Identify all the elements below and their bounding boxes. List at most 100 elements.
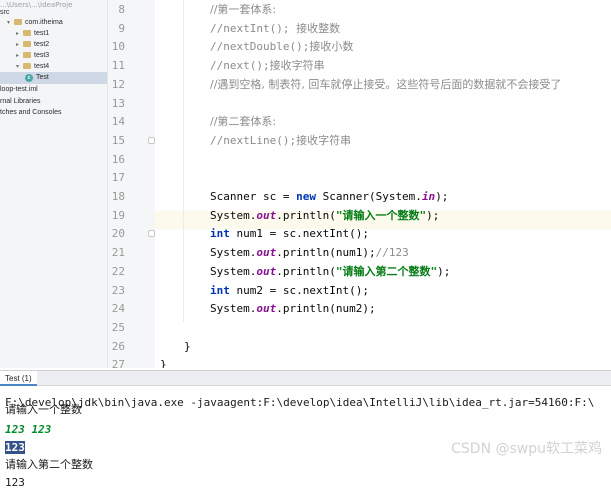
line-number: 8 (118, 3, 125, 16)
run-command-line: F:\develop\jdk\bin\java.exe -javaagent:F… (5, 396, 595, 409)
line-number: 18 (111, 190, 125, 203)
line-number: 15 (111, 133, 125, 147)
package-folder-icon (23, 52, 31, 58)
project-tree-panel: ...\Users\...\IdeaProje src ▾ com.itheima ▸… (0, 0, 108, 368)
console-line: 123 (5, 439, 25, 457)
line-number: 9 (118, 21, 125, 35)
code-token: } (160, 358, 167, 368)
fold-marker-15[interactable] (148, 136, 155, 144)
code-line[interactable]: //nextInt(); 接收整数 (210, 20, 340, 38)
tree-item-label: Test (36, 74, 49, 81)
editor-gutter: 8910111213141516171819202122232425262728 (108, 0, 155, 390)
watermark: CSDN @swpu软工菜鸡 (451, 441, 602, 457)
line-number: 17 (111, 171, 125, 185)
code-token: System. (210, 246, 257, 260)
fold-marker-20[interactable] (148, 230, 155, 238)
tree-item-label: test3 (34, 52, 50, 59)
code-line[interactable]: Scanner sc = new Scanner(System.in); (210, 188, 448, 206)
code-token: //遇到空格, 制表符, 回车就停止接受。这些符号后面的数据就不会接受了 (210, 77, 562, 91)
package-folder-icon (23, 30, 31, 36)
code-editor[interactable]: //第一套体系://nextInt(); 接收整数//nextDouble();… (155, 0, 611, 368)
code-line[interactable]: //nextDouble();接收小数 (210, 38, 353, 56)
tree-item-label: rnal Libraries (0, 98, 41, 105)
line-number: 16 (111, 152, 125, 166)
package-folder-icon (23, 63, 31, 69)
code-token: 接收整数 (296, 21, 341, 35)
code-token: num2 = sc.nextInt(); (229, 283, 369, 297)
tree-item-tches-and-consoles[interactable]: tches and Consoles (0, 107, 107, 119)
code-line[interactable]: int num1 = sc.nextInt(); (210, 225, 369, 243)
code-token: //第一套体系: (210, 3, 277, 16)
console-line: 123 123 (5, 421, 51, 439)
console-text: 请输入一个整数 (5, 403, 82, 416)
code-line[interactable]: //第二套体系: (210, 113, 276, 131)
run-tab-bar: Test (1) (0, 371, 611, 386)
code-line[interactable]: System.out.println("请输入一个整数"); (210, 207, 439, 225)
tree-item-label: src (0, 9, 10, 16)
code-line[interactable]: } (184, 338, 191, 356)
line-number: 25 (111, 320, 125, 334)
code-line[interactable]: //nextLine();接收字符串 (210, 132, 351, 150)
console-text: 请输入第二个整数 (5, 458, 93, 471)
code-line[interactable]: System.out.println(num2); (210, 300, 376, 318)
line-number: 12 (111, 77, 125, 91)
code-token: "请输入一个整数" (335, 208, 427, 222)
code-token: //nextDouble(); (210, 40, 310, 54)
code-line[interactable]: //next();接收字符串 (210, 57, 325, 75)
line-number: 13 (111, 96, 125, 110)
code-line[interactable]: System.out.println(num1);//123 (210, 244, 409, 262)
code-token: int (210, 283, 230, 297)
code-token: int (210, 227, 230, 241)
package-folder-icon (14, 19, 22, 25)
tree-item-loop-test-iml[interactable]: loop-test.iml (0, 84, 107, 96)
tree-item-label: test2 (34, 41, 50, 48)
code-token: ); (426, 208, 440, 222)
code-token: in (421, 190, 436, 203)
code-line[interactable]: //第一套体系: (210, 1, 276, 19)
line-number: 19 (111, 208, 125, 222)
code-token: 接收小数 (309, 40, 354, 54)
tree-item-test[interactable]: c Test (0, 72, 107, 84)
code-line[interactable]: System.out.println("请输入第二个整数"); (210, 263, 450, 281)
java-class-icon: c (25, 74, 33, 82)
code-token: .println( (276, 208, 336, 222)
line-number: 10 (111, 40, 125, 54)
code-token: out (256, 264, 277, 278)
code-token: 接收字符串 (296, 133, 352, 147)
line-number: 20 (111, 227, 125, 241)
tree-item-label: test1 (34, 30, 50, 37)
console-text: 123 (5, 476, 25, 489)
code-token: new (296, 190, 316, 203)
code-token: } (184, 339, 191, 353)
code-line[interactable]: } (160, 356, 167, 368)
tree-item-label: tches and Consoles (0, 109, 62, 116)
code-line[interactable]: //遇到空格, 制表符, 回车就停止接受。这些符号后面的数据就不会接受了 (210, 76, 561, 94)
code-token: .println( (276, 264, 336, 278)
code-token: Scanner(System. (315, 190, 422, 203)
code-token: ); (437, 264, 451, 278)
line-number: 23 (111, 283, 125, 297)
code-token: "请输入第二个整数" (335, 264, 438, 278)
tree-item-label: com.itheima (25, 19, 63, 26)
selected-console-text: 123 (5, 441, 25, 454)
code-line[interactable]: int num2 = sc.nextInt(); (210, 282, 369, 300)
run-tool-window: Test (1) F:\develop\jdk\bin\java.exe -ja… (0, 370, 611, 493)
line-number: 26 (111, 339, 125, 353)
code-token: System. (210, 208, 257, 222)
package-folder-icon (23, 41, 31, 47)
run-tab-test[interactable]: Test (1) (0, 371, 37, 386)
code-token: System. (210, 302, 257, 316)
line-number: 22 (111, 264, 125, 278)
code-token: .println(num2); (276, 302, 376, 316)
indent-guide (183, 0, 184, 322)
line-number: 14 (111, 115, 125, 129)
line-number: 11 (111, 59, 125, 73)
code-token: //第二套体系: (210, 115, 277, 129)
code-token: //123 (375, 246, 409, 260)
code-token: out (256, 208, 277, 222)
code-token: out (256, 246, 277, 260)
console-line: 123 (5, 474, 25, 492)
code-token: //nextInt(); (210, 21, 297, 35)
code-token: num1 = sc.nextInt(); (229, 227, 369, 241)
line-number: 24 (111, 302, 125, 316)
